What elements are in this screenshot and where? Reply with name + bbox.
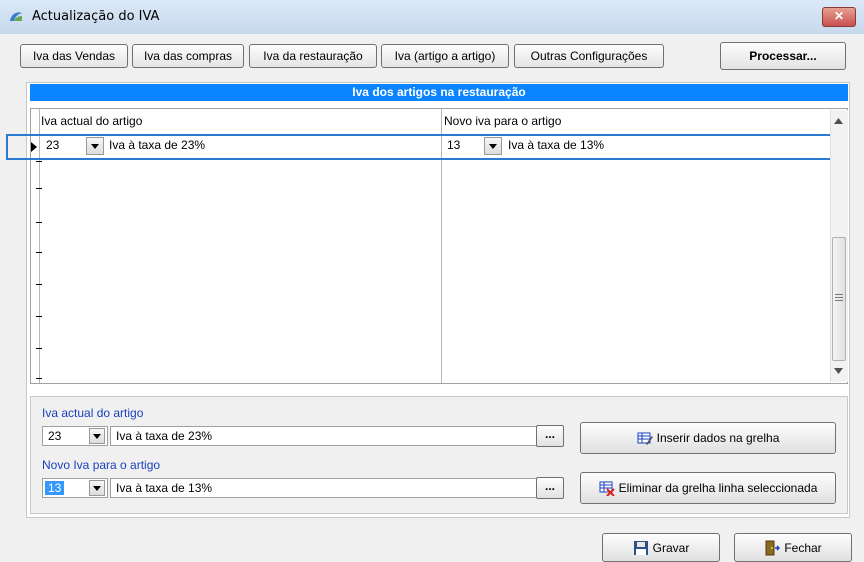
tab-iva-vendas[interactable]: Iva das Vendas bbox=[20, 44, 128, 68]
grid-cell-current-code[interactable]: 23 bbox=[46, 138, 59, 152]
window-title: Actualização do IVA bbox=[32, 9, 160, 24]
tab-outras-configuracoes[interactable]: Outras Configurações bbox=[514, 44, 664, 68]
delete-row-button[interactable]: Eliminar da grelha linha seleccionada bbox=[580, 472, 836, 504]
title-bar: Actualização do IVA ✕ bbox=[0, 0, 864, 34]
process-button[interactable]: Processar... bbox=[720, 42, 846, 70]
row-indicator bbox=[36, 252, 42, 253]
grid-cell-current-desc: Iva à taxa de 23% bbox=[109, 138, 206, 152]
save-label: Gravar bbox=[652, 540, 690, 555]
row-indicator bbox=[36, 378, 42, 379]
new-iva-select[interactable]: 13 bbox=[42, 478, 108, 498]
insert-row-button[interactable]: Inserir dados na grelha bbox=[580, 422, 836, 454]
tab-iva-artigo[interactable]: Iva (artigo a artigo) bbox=[381, 44, 509, 68]
new-iva-lookup-button[interactable]: ... bbox=[536, 477, 564, 499]
new-iva-label: Novo Iva para o artigo bbox=[42, 458, 161, 472]
grid-header-new[interactable]: Novo iva para o artigo bbox=[444, 114, 561, 128]
row-indicator bbox=[36, 222, 42, 223]
tab-iva-compras[interactable]: Iva das compras bbox=[132, 44, 244, 68]
scroll-up-icon[interactable] bbox=[834, 118, 843, 124]
close-label: Fechar bbox=[784, 540, 822, 555]
insert-row-label: Inserir dados na grelha bbox=[656, 431, 780, 445]
section-header: Iva dos artigos na restauração bbox=[30, 84, 848, 101]
delete-grid-icon bbox=[599, 481, 615, 496]
row-indicator bbox=[36, 316, 42, 317]
new-iva-code: 13 bbox=[45, 481, 65, 495]
grid-cell-new-desc: Iva à taxa de 13% bbox=[508, 138, 605, 152]
new-iva-description: Iva à taxa de 13% bbox=[110, 478, 540, 498]
exit-door-icon bbox=[765, 540, 781, 555]
current-iva-select[interactable]: 23 bbox=[42, 426, 108, 446]
close-button[interactable]: ✕ bbox=[822, 7, 856, 27]
row-indicator bbox=[36, 161, 42, 162]
row-indicator bbox=[36, 188, 42, 189]
tab-iva-restauracao[interactable]: Iva da restauração bbox=[249, 44, 377, 68]
insert-grid-icon bbox=[637, 432, 653, 445]
scroll-grip-icon bbox=[835, 294, 843, 301]
current-iva-lookup-button[interactable]: ... bbox=[536, 425, 564, 447]
current-iva-label: Iva actual do artigo bbox=[42, 406, 144, 420]
current-iva-code: 23 bbox=[48, 429, 62, 443]
app-logo-icon bbox=[10, 12, 22, 21]
chevron-down-icon[interactable] bbox=[89, 428, 105, 444]
chevron-down-icon[interactable] bbox=[484, 137, 502, 155]
chevron-down-icon[interactable] bbox=[89, 480, 105, 496]
row-indicator bbox=[36, 284, 42, 285]
grid-header-current[interactable]: Iva actual do artigo bbox=[41, 114, 142, 128]
delete-row-label: Eliminar da grelha linha seleccionada bbox=[618, 481, 818, 495]
window: Actualização do IVA ✕ Iva das Vendas Iva… bbox=[0, 0, 864, 562]
close-window-button[interactable]: Fechar bbox=[734, 533, 852, 562]
save-button[interactable]: Gravar bbox=[602, 533, 720, 562]
scroll-down-icon[interactable] bbox=[834, 368, 843, 374]
grid-cell-new-code[interactable]: 13 bbox=[447, 138, 460, 152]
row-indicator bbox=[36, 348, 42, 349]
current-iva-description: Iva à taxa de 23% bbox=[110, 426, 540, 446]
chevron-down-icon[interactable] bbox=[86, 137, 104, 155]
floppy-disk-icon bbox=[633, 540, 648, 555]
